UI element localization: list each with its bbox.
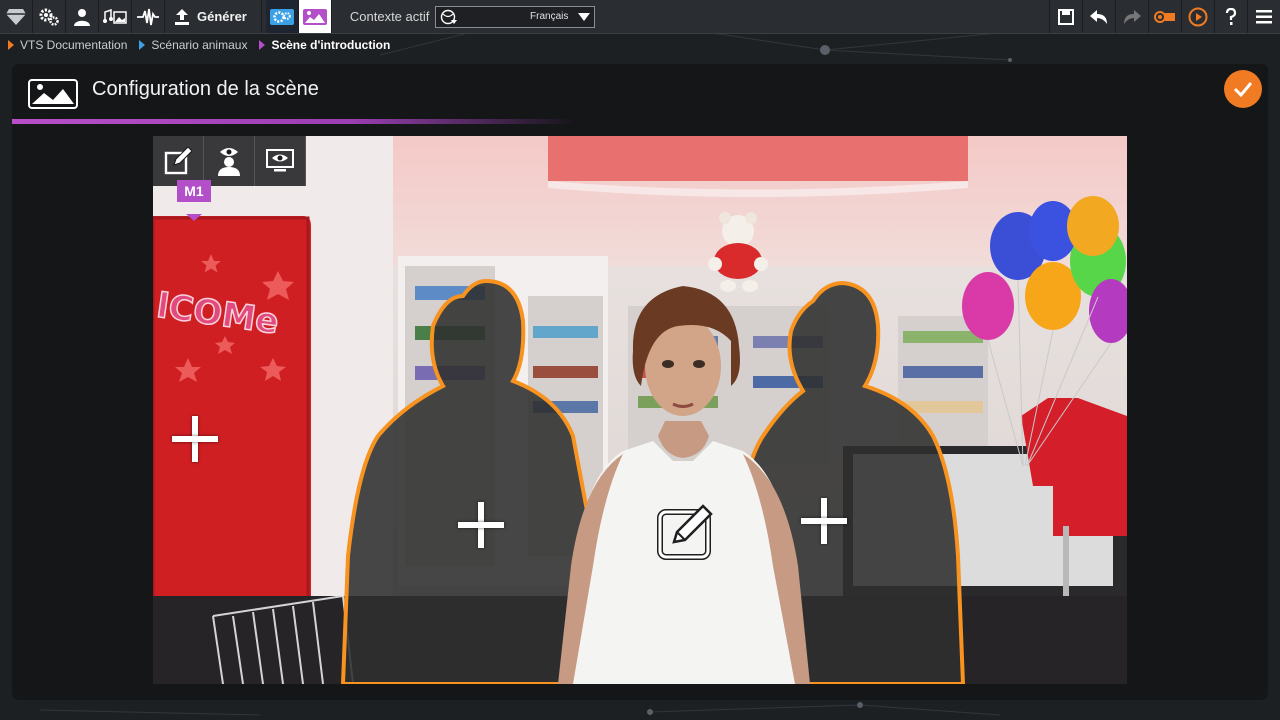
edit-scene-button[interactable] — [153, 136, 204, 186]
title-underline — [12, 119, 576, 124]
breadcrumb-scene[interactable]: Scène d'introduction — [259, 38, 390, 52]
scene-image-icon — [302, 8, 327, 25]
breadcrumb-arrow-icon — [8, 40, 14, 50]
users-icon — [74, 8, 90, 26]
scene-toolbar — [153, 136, 306, 186]
generate-label: Générer — [197, 9, 247, 24]
breadcrumb-arrow-icon — [139, 40, 146, 50]
breadcrumb-project[interactable]: VTS Documentation — [8, 38, 127, 52]
character-view-icon — [218, 148, 240, 176]
store-scene-image: lCOMe — [153, 136, 1127, 684]
help-icon — [1225, 7, 1237, 25]
marker-pointer — [186, 214, 202, 221]
upload-icon — [175, 8, 189, 25]
blue-gears-icon — [269, 8, 294, 25]
screen-view-icon — [266, 149, 294, 172]
undo-icon — [1090, 9, 1107, 24]
add-character-left-button[interactable] — [458, 502, 504, 548]
music-image-icon — [103, 8, 127, 24]
redo-button[interactable] — [1115, 0, 1148, 33]
media-button[interactable] — [99, 0, 132, 33]
record-button[interactable] — [1148, 0, 1181, 33]
scene-viewport[interactable]: lCOMe M1 — [153, 136, 1127, 684]
position-marker[interactable]: M1 — [177, 180, 211, 202]
edit-character-button[interactable] — [657, 502, 715, 560]
confirm-button[interactable] — [1224, 70, 1262, 108]
breadcrumb-project-label: VTS Documentation — [20, 38, 128, 52]
characters-button[interactable] — [66, 0, 99, 33]
page-title: Configuration de la scène — [92, 78, 319, 100]
breadcrumb-scene-label: Scène d'introduction — [271, 38, 391, 52]
add-position-button[interactable] — [172, 416, 218, 462]
generate-button[interactable]: Générer — [165, 0, 262, 33]
breadcrumb: VTS Documentation Scénario animaux Scène… — [0, 34, 402, 56]
breadcrumb-scenario-label: Scénario animaux — [151, 38, 248, 52]
chevron-down-icon — [578, 12, 591, 21]
camera-record-icon — [1154, 10, 1175, 23]
breadcrumb-scenario[interactable]: Scénario animaux — [139, 38, 247, 52]
language-select[interactable]: Français — [435, 5, 596, 28]
language-select-value: Français — [530, 11, 569, 22]
gears-icon — [39, 8, 59, 26]
breadcrumb-arrow-icon — [259, 40, 266, 50]
settings-button[interactable] — [33, 0, 66, 33]
panel-header: Configuration de la scène — [12, 64, 1268, 124]
add-character-right-button[interactable] — [801, 498, 847, 544]
hamburger-menu-icon — [1256, 9, 1272, 23]
screen-view-button[interactable] — [255, 136, 306, 186]
home-logo-button[interactable] — [0, 0, 33, 33]
diamond-logo-icon — [6, 8, 26, 25]
play-icon — [1188, 7, 1208, 26]
waveform-icon — [137, 8, 159, 25]
context-globe-icon — [441, 9, 458, 24]
help-button[interactable] — [1214, 0, 1247, 33]
top-toolbar: Générer Contexte actif Français — [0, 0, 1280, 34]
save-icon — [1058, 8, 1074, 25]
scenario-settings-button[interactable] — [265, 0, 299, 33]
scene-config-panel: Configuration de la scène lCOMe M1 — [12, 64, 1268, 700]
redo-icon — [1124, 9, 1141, 24]
save-button[interactable] — [1049, 0, 1082, 33]
checkmark-icon — [1233, 82, 1253, 97]
audio-button[interactable] — [132, 0, 165, 33]
active-context-label: Contexte actif — [349, 9, 430, 24]
play-button[interactable] — [1181, 0, 1214, 33]
menu-button[interactable] — [1247, 0, 1280, 33]
landscape-image-icon — [28, 79, 78, 109]
scene-config-button[interactable] — [298, 0, 332, 33]
character-view-button[interactable] — [204, 136, 255, 186]
undo-button[interactable] — [1082, 0, 1115, 33]
edit-icon — [164, 147, 192, 175]
